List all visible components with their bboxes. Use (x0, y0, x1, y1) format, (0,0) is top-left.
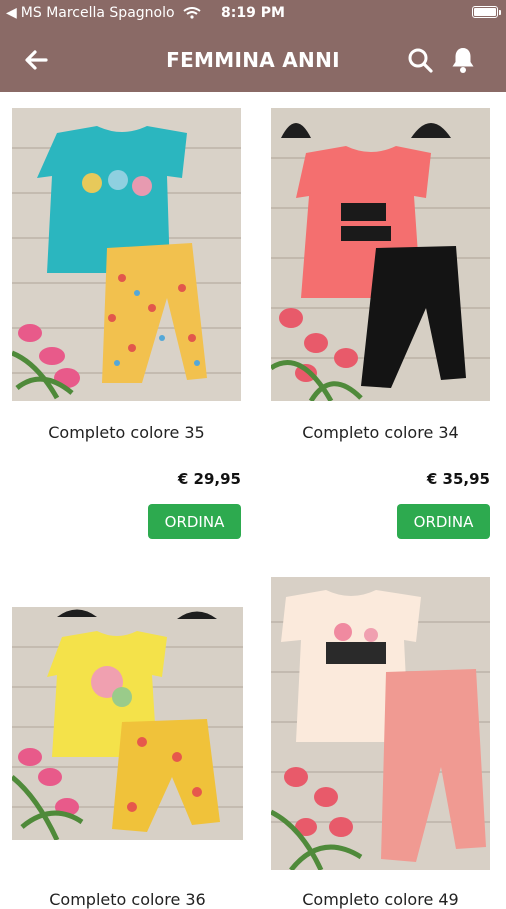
status-time: 8:19 PM (221, 5, 285, 21)
product-image[interactable] (12, 607, 243, 840)
battery-icon (472, 6, 501, 18)
product-name: Completo colore 35 (48, 423, 205, 442)
product-image[interactable] (271, 108, 490, 401)
product-price: € 35,95 (426, 470, 490, 488)
bell-icon[interactable] (448, 45, 478, 75)
product-image[interactable] (12, 108, 241, 401)
order-button[interactable]: ORDINA (148, 504, 241, 539)
product-name: Completo colore 34 (302, 423, 459, 442)
product-price: € 29,95 (177, 470, 241, 488)
product-card[interactable]: Completo colore 36 (12, 607, 243, 909)
navigation-bar: FEMMINA ANNI (0, 28, 506, 92)
status-bar: ◀ MS Marcella Spagnolo 8:19 PM (0, 0, 506, 28)
battery-indicator (472, 6, 501, 18)
search-icon[interactable] (406, 46, 434, 74)
product-card[interactable]: Completo colore 35 € 29,95 ORDINA (12, 108, 241, 548)
product-image[interactable] (271, 577, 490, 870)
product-card[interactable]: Completo colore 34 € 35,95 ORDINA (271, 108, 490, 548)
product-card[interactable]: Completo colore 49 (271, 577, 490, 909)
order-button[interactable]: ORDINA (397, 504, 490, 539)
battery-fill (474, 8, 496, 16)
